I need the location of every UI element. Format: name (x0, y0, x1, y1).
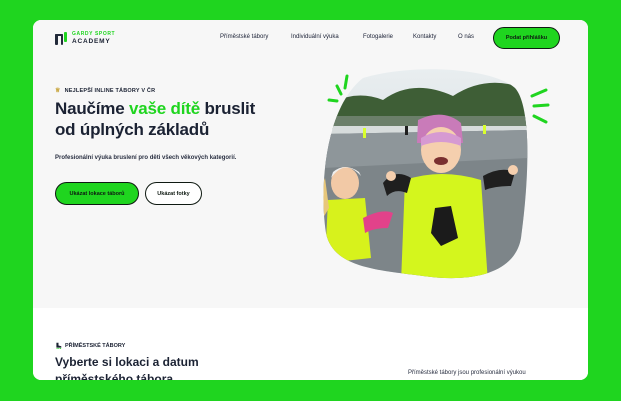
section-title-line2: příměstského tábora (55, 372, 174, 380)
hero-eyebrow: ♕ NEJLEPŠÍ INLINE TÁBORY V ČR (55, 87, 156, 95)
nav-item-o-nas[interactable]: O nás (458, 34, 474, 40)
trophy-icon: ♕ (55, 88, 61, 94)
section-eyebrow: PŘÍMĚSTSKÉ TÁBORY (55, 342, 125, 349)
page-card: GARDY SPORT ACADEMY Příměstské tábory In… (33, 20, 588, 380)
section-title-line1: Vyberte si lokaci a datum (55, 355, 199, 369)
hero-title: Naučíme vaše dítě bruslit od úplných zák… (55, 98, 335, 140)
hero-title-part1: Naučíme (55, 99, 129, 118)
nav-item-primestske-tabory[interactable]: Příměstské tábory (220, 34, 268, 40)
section-eyebrow-text: PŘÍMĚSTSKÉ TÁBORY (65, 342, 126, 349)
hero-section: GARDY SPORT ACADEMY Příměstské tábory In… (33, 20, 588, 308)
brand-name-line1: GARDY SPORT (72, 31, 116, 37)
hero-title-line2: od úplných základů (55, 120, 210, 139)
apply-button[interactable]: Podat přihlášku (493, 27, 560, 49)
brand-name-line2: ACADEMY (72, 38, 111, 45)
hero-title-part2: bruslit (199, 99, 256, 118)
nav-item-individualni-vyuka[interactable]: Individuální výuka (291, 34, 339, 40)
section-description: Příměstské tábory jsou profesionální výu… (408, 370, 526, 376)
logo-icon (55, 31, 67, 45)
hero-subtitle: Profesionální výuka bruslení pro děti vš… (55, 155, 237, 161)
brand-logo[interactable]: GARDY SPORT ACADEMY (55, 31, 115, 45)
hero-photo (323, 69, 528, 279)
nav-item-kontakty[interactable]: Kontakty (413, 34, 436, 40)
show-locations-button[interactable]: Ukázat lokace táborů (55, 182, 139, 205)
section-title: Vyberte si lokaci a datum příměstského t… (55, 354, 255, 380)
hero-eyebrow-text: NEJLEPŠÍ INLINE TÁBORY V ČR (64, 87, 156, 94)
inline-skate-icon (56, 342, 62, 349)
hero-title-highlight: vaše dítě (129, 99, 200, 118)
show-photos-button[interactable]: Ukázat fotky (145, 182, 202, 205)
sparkle-lines-right (530, 88, 550, 124)
nav-item-fotogalerie[interactable]: Fotogalerie (363, 34, 393, 40)
